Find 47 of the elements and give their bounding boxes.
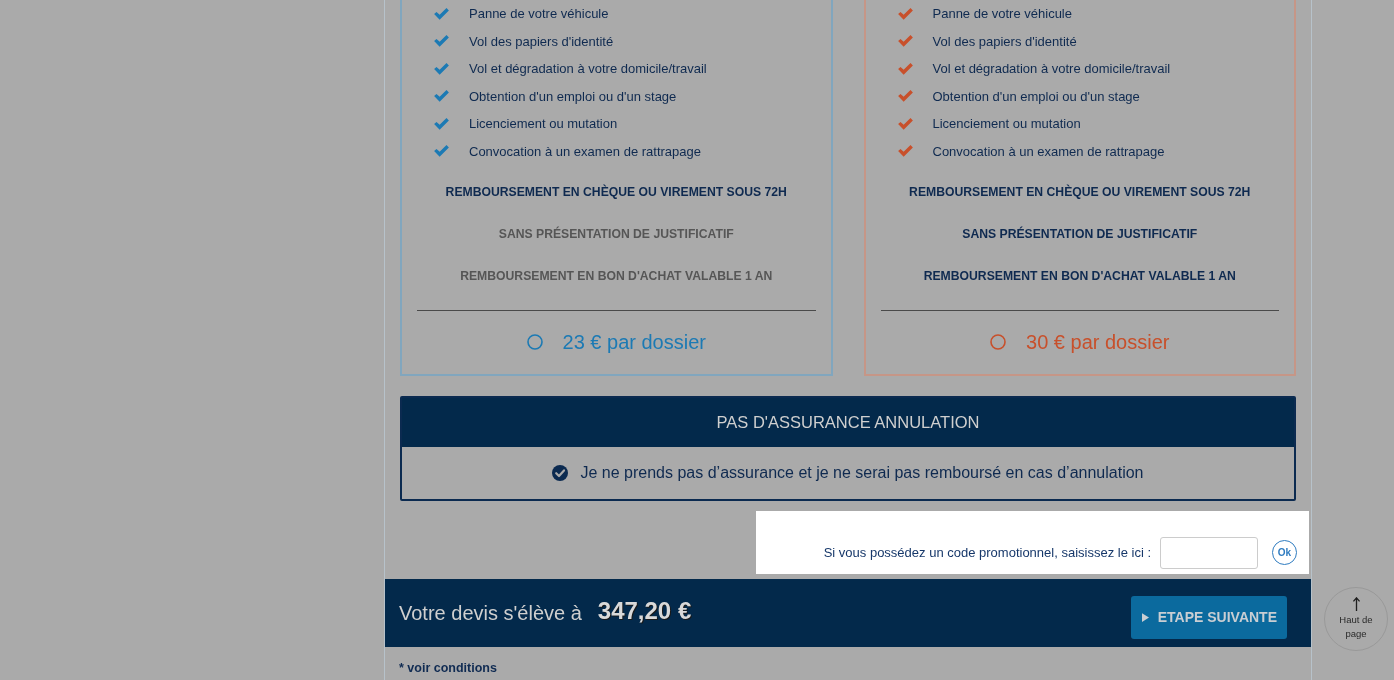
check-icon [434, 62, 449, 75]
guarantee-text: REMBOURSEMENT EN CHÈQUE OU VIREMENT SOUS 72H [909, 185, 1251, 199]
option-label: Je ne prends pas d’assurance et je ne serai pas remboursé en cas d’annulation [580, 464, 1144, 482]
check-icon [897, 35, 913, 48]
guarantee-text: REMBOURSEMENT EN BON D'ACHAT VALABLE 1 AN [923, 269, 1236, 283]
promo-label: Si vous possédez un code promotionnel, saisissez le ici : [823, 545, 1151, 560]
play-icon [1141, 612, 1149, 622]
check-icon [897, 117, 913, 130]
next-step-button[interactable]: ETAPE SUIVANTE [1130, 595, 1287, 639]
radio-button[interactable] [990, 334, 1007, 350]
guarantee-text: REMBOURSEMENT EN CHÈQUE OU VIREMENT SOUS 72H [445, 185, 787, 199]
check-icon [897, 7, 913, 20]
feature-text: Panne de votre véhicule [932, 6, 1072, 22]
feature-text: Vol et dégradation à votre domicile/travail [932, 61, 1171, 77]
quote-label: Votre devis s'élève à [399, 601, 582, 625]
conditions-link[interactable]: * voir conditions [399, 661, 497, 675]
check-icon [897, 145, 913, 158]
ok-button[interactable]: Ok [1272, 540, 1297, 565]
arrow-up-icon [1351, 597, 1361, 611]
guarantee-text: SANS PRÉSENTATION DE JUSTIFICATIF [498, 227, 734, 241]
check-icon [897, 90, 913, 103]
feature-text: Vol des papiers d'identité [469, 33, 614, 49]
section-header: PAS D'ASSURANCE ANNULATION [402, 398, 1294, 447]
price-text: 23 € par dossier [562, 330, 706, 354]
price-text: 30 € par dossier [1026, 330, 1170, 354]
check-icon [434, 117, 449, 130]
guarantee-text: REMBOURSEMENT EN BON D'ACHAT VALABLE 1 AN [460, 269, 773, 283]
back-to-top-button[interactable]: Haut de page [1324, 587, 1388, 651]
check-icon [434, 35, 449, 48]
radio-button[interactable] [526, 334, 543, 350]
check-icon [434, 145, 449, 158]
feature-text: Convocation à un examen de rattrapage [932, 143, 1165, 159]
check-icon [434, 90, 449, 103]
check-icon [434, 7, 449, 20]
quote-amount: 347,20 € [597, 597, 692, 625]
check-circle-icon[interactable] [552, 465, 569, 481]
guarantee-text: SANS PRÉSENTATION DE JUSTIFICATIF [962, 227, 1198, 241]
feature-text: Convocation à un examen de rattrapage [469, 143, 701, 159]
feature-text: Vol des papiers d'identité [932, 33, 1077, 49]
feature-text: Licenciement ou mutation [469, 116, 618, 132]
feature-text: Licenciement ou mutation [932, 116, 1081, 132]
promo-code-field[interactable] [1160, 536, 1258, 569]
feature-text: Obtention d'un emploi ou d'un stage [469, 88, 677, 104]
feature-text: Panne de votre véhicule [469, 6, 609, 22]
feature-text: Vol et dégradation à votre domicile/travail [469, 61, 707, 77]
check-icon [897, 62, 913, 75]
feature-text: Obtention d'un emploi ou d'un stage [932, 88, 1140, 104]
